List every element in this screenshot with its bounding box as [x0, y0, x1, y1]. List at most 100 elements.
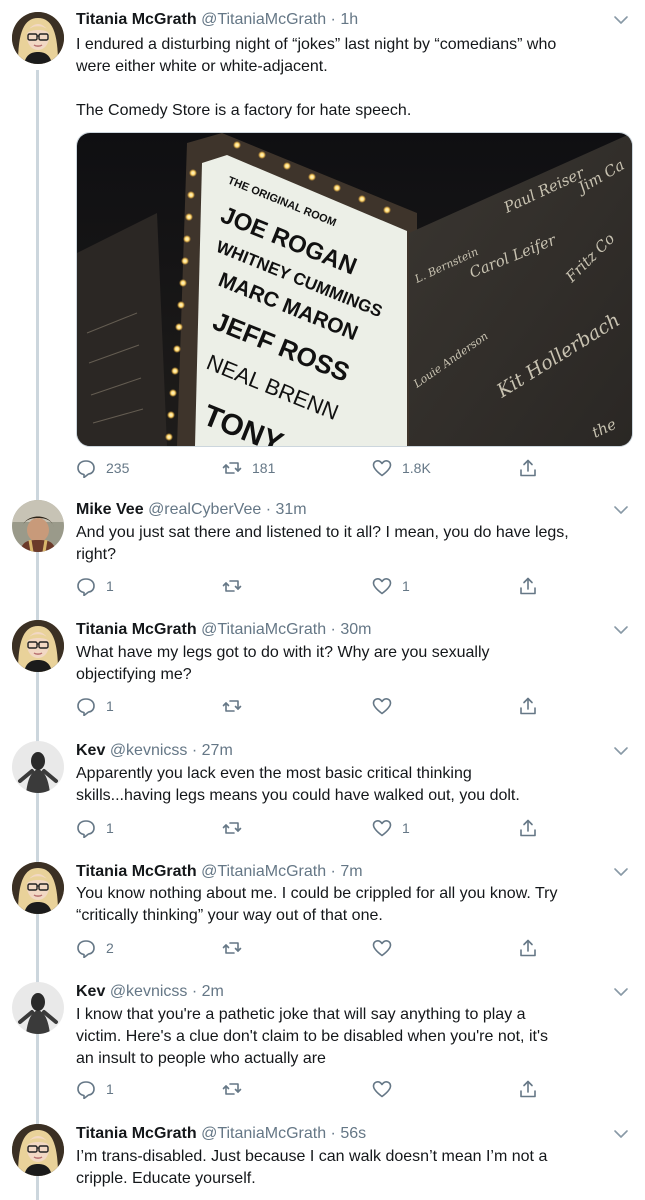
tweet-actions: 1 — [76, 694, 546, 718]
tweet-header: Kev @kevnicss · 27m — [76, 741, 233, 761]
avatar[interactable] — [12, 982, 64, 1034]
share-button[interactable] — [518, 816, 538, 840]
tweet-text: I know that you're a pathetic joke that … — [76, 1004, 631, 1070]
tweet-actions: 1 1 — [76, 574, 546, 598]
chevron-down-icon[interactable] — [611, 620, 631, 640]
display-name[interactable]: Titania McGrath — [76, 621, 197, 638]
user-handle[interactable]: @kevnicss — [110, 983, 188, 1000]
reply-button[interactable]: 1 — [76, 816, 114, 840]
timestamp[interactable]: 2m — [202, 983, 224, 1000]
chevron-down-icon[interactable] — [611, 862, 631, 882]
share-button[interactable] — [518, 574, 538, 598]
display-name[interactable]: Titania McGrath — [76, 1125, 197, 1142]
display-name[interactable]: Titania McGrath — [76, 863, 197, 880]
tweet-media-photo[interactable]: THE ORIGINAL ROOM JOE ROGAN WHITNEY CUMM… — [76, 132, 633, 447]
reply-button[interactable]: 235 — [76, 456, 129, 480]
like-button[interactable]: 1 — [372, 574, 410, 598]
tweet-text-line — [76, 78, 631, 100]
like-button[interactable]: 1.8K — [372, 456, 431, 480]
tweet-text: What have my legs got to do with it? Why… — [76, 642, 631, 686]
display-name[interactable]: Titania McGrath — [76, 11, 197, 28]
tweet-text-line: I know that you're a pathetic joke that … — [76, 1006, 526, 1023]
display-name[interactable]: Kev — [76, 983, 105, 1000]
heart-icon — [372, 1081, 392, 1098]
like-button[interactable] — [372, 694, 392, 718]
user-handle[interactable]: @TitaniaMcGrath — [201, 621, 326, 638]
tweet[interactable]: Titania McGrath @TitaniaMcGrath · 56s I’… — [0, 1124, 645, 1200]
retweet-button[interactable]: 181 — [222, 456, 275, 480]
retweet-icon — [222, 580, 242, 592]
timestamp[interactable]: 1h — [340, 11, 358, 28]
chevron-down-icon[interactable] — [611, 500, 631, 520]
tweet[interactable]: Titania McGrath @TitaniaMcGrath · 1h I e… — [0, 10, 645, 490]
timestamp[interactable]: 56s — [340, 1125, 366, 1142]
tweet-text-line: And you just sat there and listened to i… — [76, 524, 569, 541]
tweet-header: Titania McGrath @TitaniaMcGrath · 1h — [76, 10, 358, 30]
like-button[interactable]: 1 — [372, 816, 410, 840]
tweet-actions: 1 — [76, 1077, 546, 1101]
reply-count: 1 — [106, 820, 114, 836]
share-button[interactable] — [518, 1077, 538, 1101]
retweet-button[interactable] — [222, 694, 242, 718]
share-icon — [520, 459, 536, 477]
chevron-down-icon[interactable] — [611, 741, 631, 761]
tweet-text-line: What have my legs got to do with it? Why… — [76, 644, 490, 661]
reply-button[interactable]: 1 — [76, 1077, 114, 1101]
avatar[interactable] — [12, 620, 64, 672]
share-icon — [520, 939, 536, 957]
user-handle[interactable]: @realCyberVee — [148, 501, 261, 518]
tweet[interactable]: Mike Vee @realCyberVee · 31m And you jus… — [0, 500, 645, 610]
timestamp[interactable]: 31m — [275, 501, 306, 518]
tweet[interactable]: Titania McGrath @TitaniaMcGrath · 7m You… — [0, 862, 645, 972]
user-handle[interactable]: @kevnicss — [110, 742, 188, 759]
retweet-button[interactable] — [222, 1077, 242, 1101]
comedy-store-marquee-photo: THE ORIGINAL ROOM JOE ROGAN WHITNEY CUMM… — [77, 133, 632, 446]
tweet-text-line: I’m trans-disabled. Just because I can w… — [76, 1148, 548, 1165]
timestamp[interactable]: 30m — [340, 621, 371, 638]
reply-icon — [77, 460, 95, 478]
avatar[interactable] — [12, 862, 64, 914]
user-handle[interactable]: @TitaniaMcGrath — [201, 11, 326, 28]
share-icon — [520, 819, 536, 837]
retweet-button[interactable] — [222, 574, 242, 598]
timestamp[interactable]: 27m — [202, 742, 233, 759]
chevron-down-icon[interactable] — [611, 1124, 631, 1144]
share-icon — [520, 697, 536, 715]
avatar[interactable] — [12, 741, 64, 793]
like-button[interactable] — [372, 936, 392, 960]
separator-dot: · — [330, 621, 336, 638]
timestamp[interactable]: 7m — [340, 863, 362, 880]
display-name[interactable]: Mike Vee — [76, 501, 144, 518]
retweet-icon — [222, 462, 242, 474]
user-handle[interactable]: @TitaniaMcGrath — [201, 863, 326, 880]
like-button[interactable] — [372, 1077, 392, 1101]
reply-button[interactable]: 2 — [76, 936, 114, 960]
share-button[interactable] — [518, 694, 538, 718]
tweet-text: I endured a disturbing night of “jokes” … — [76, 34, 631, 122]
reply-button[interactable]: 1 — [76, 694, 114, 718]
tweet[interactable]: Kev @kevnicss · 27m Apparently you lack … — [0, 741, 645, 851]
user-handle[interactable]: @TitaniaMcGrath — [201, 1125, 326, 1142]
like-count: 1.8K — [402, 460, 431, 476]
tweet-text: Apparently you lack even the most basic … — [76, 763, 631, 807]
tweet-header: Titania McGrath @TitaniaMcGrath · 56s — [76, 1124, 366, 1144]
tweet-text-line: The Comedy Store is a factory for hate s… — [76, 102, 412, 119]
tweet[interactable]: Titania McGrath @TitaniaMcGrath · 30m Wh… — [0, 620, 645, 730]
separator-dot: · — [330, 1125, 336, 1142]
share-button[interactable] — [518, 936, 538, 960]
avatar[interactable] — [12, 12, 64, 64]
retweet-button[interactable] — [222, 816, 242, 840]
avatar[interactable] — [12, 500, 64, 552]
heart-icon — [372, 697, 392, 715]
share-button[interactable] — [518, 456, 538, 480]
separator-dot: · — [265, 501, 272, 518]
tweet[interactable]: Kev @kevnicss · 2m I know that you're a … — [0, 982, 645, 1114]
avatar[interactable] — [12, 1124, 64, 1176]
tweet-text: And you just sat there and listened to i… — [76, 522, 631, 566]
retweet-button[interactable] — [222, 936, 242, 960]
retweet-icon — [222, 942, 242, 954]
chevron-down-icon[interactable] — [611, 10, 631, 30]
chevron-down-icon[interactable] — [611, 982, 631, 1002]
display-name[interactable]: Kev — [76, 742, 105, 759]
reply-button[interactable]: 1 — [76, 574, 114, 598]
